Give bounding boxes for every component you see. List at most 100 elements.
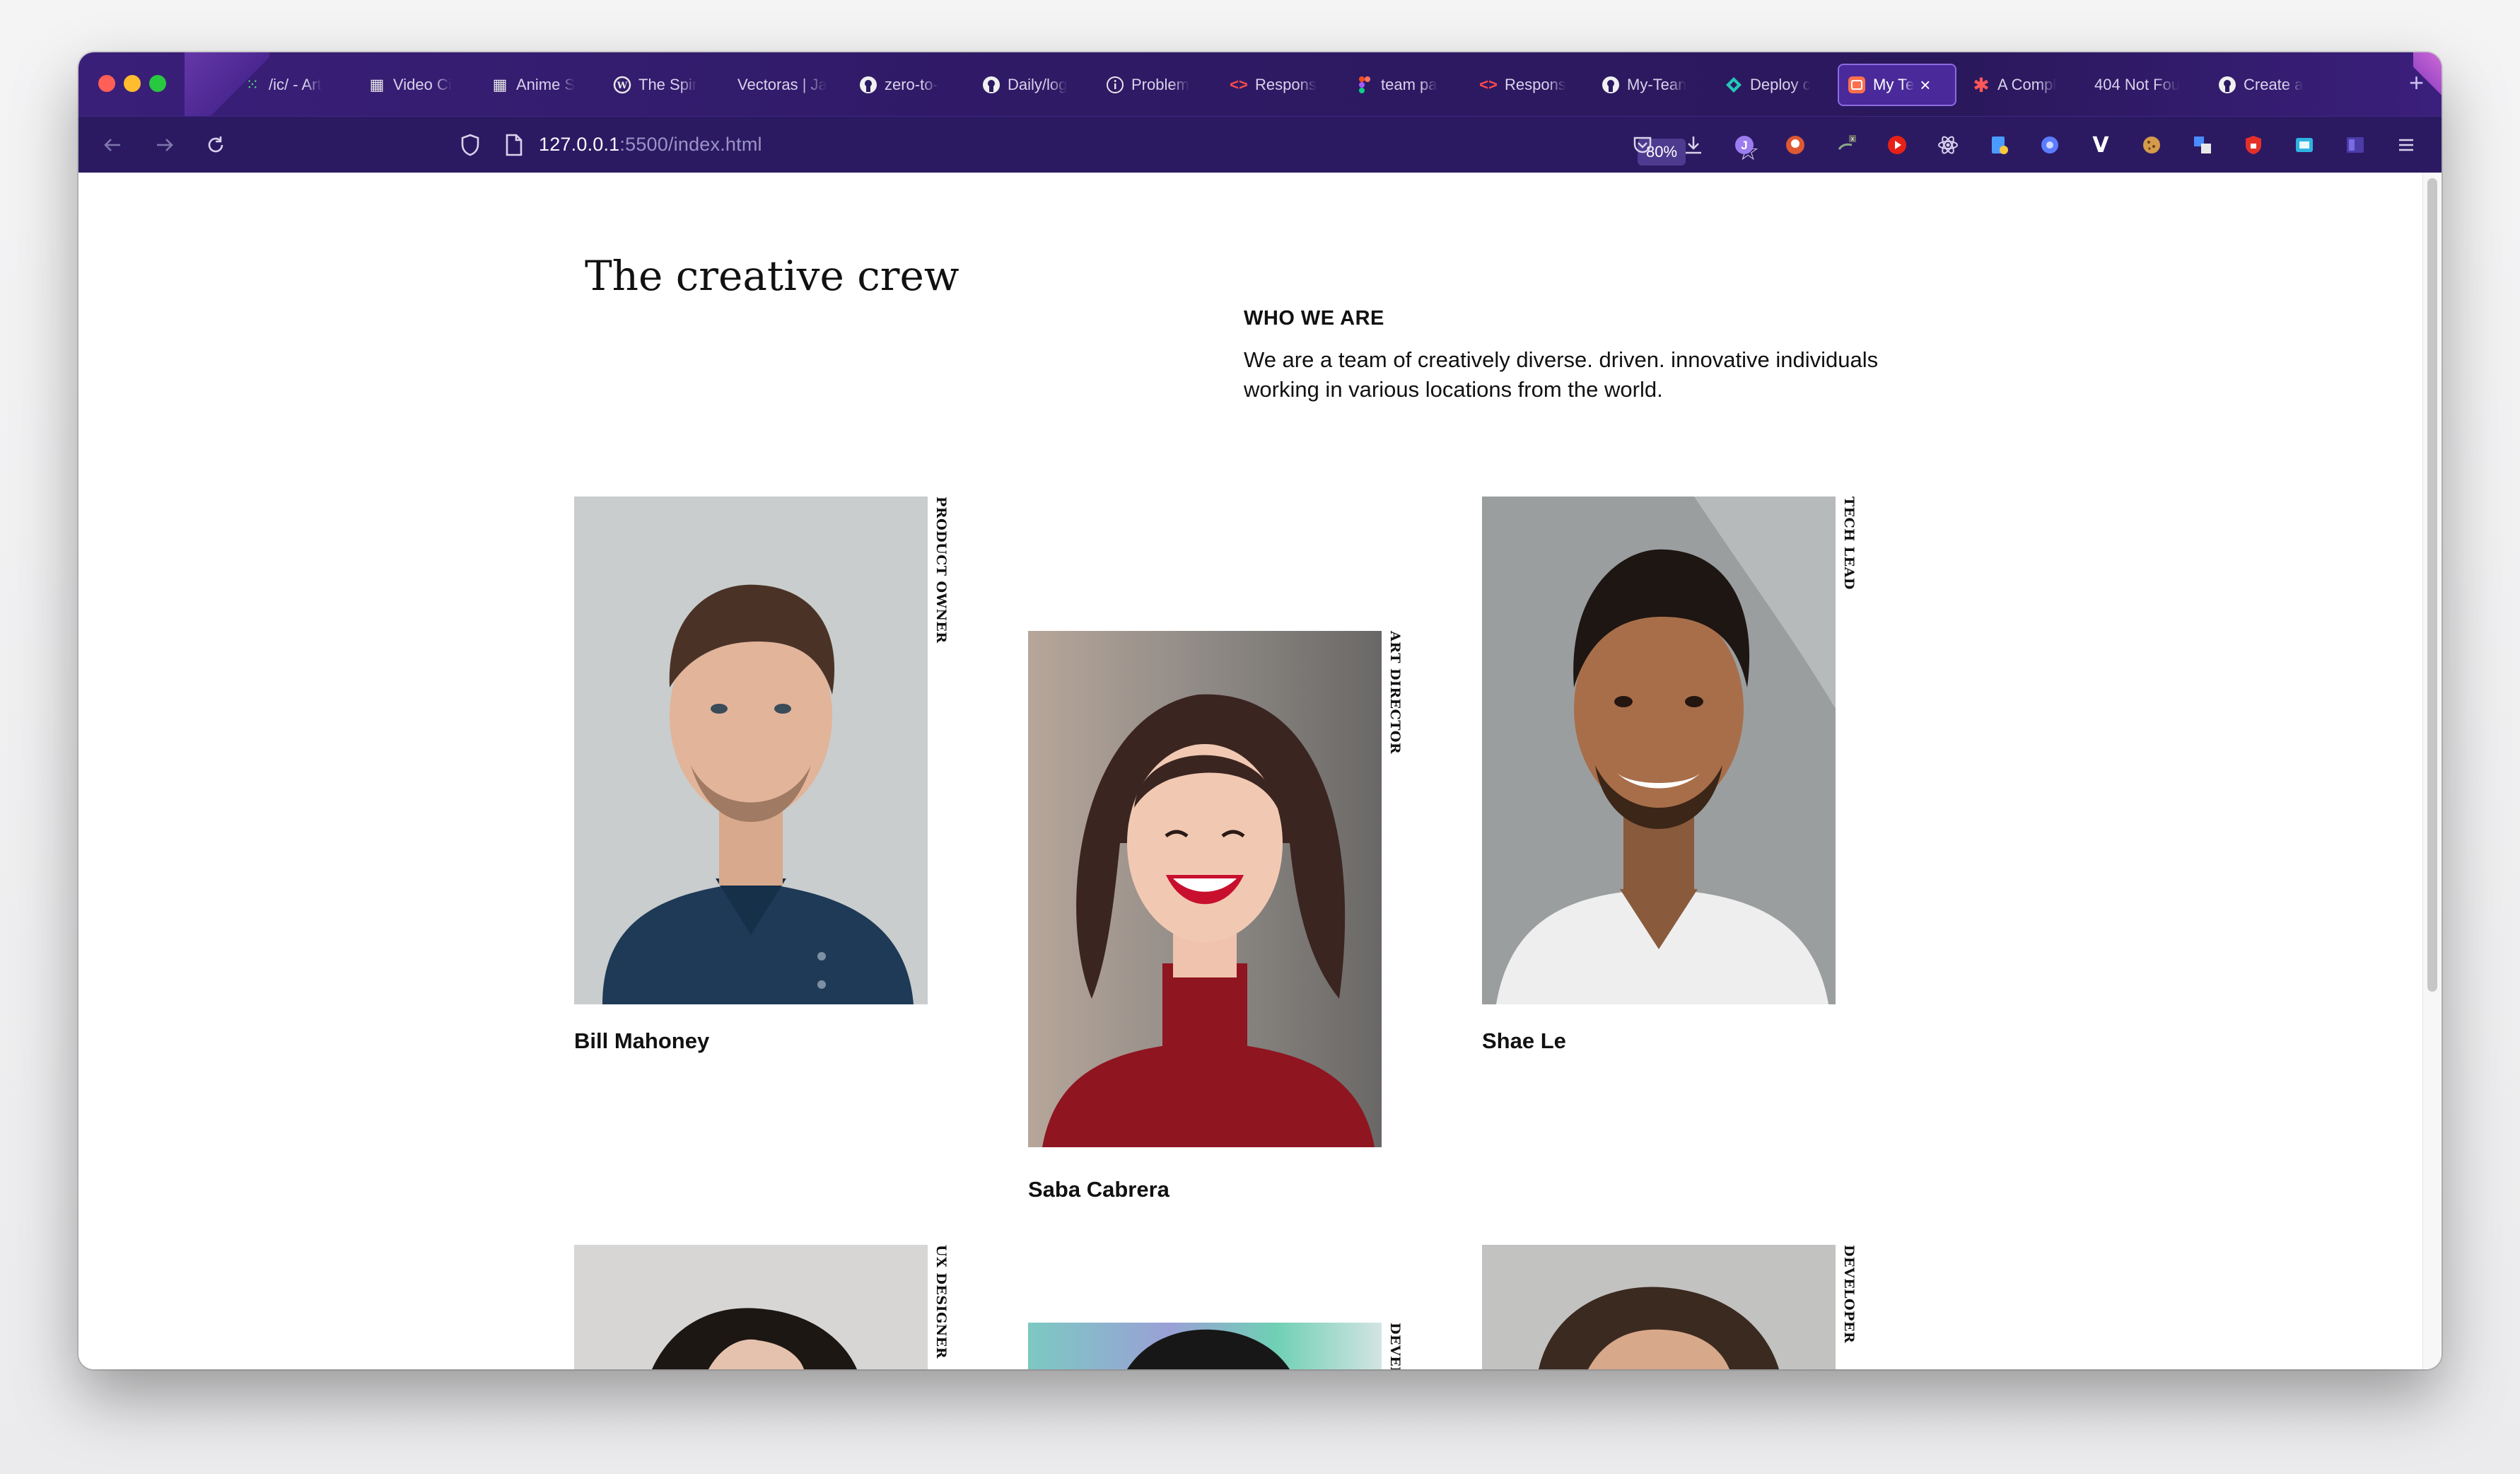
tab-label: Vectoras | Ja xyxy=(737,76,827,93)
forward-arrow-icon xyxy=(157,139,173,151)
back-button[interactable] xyxy=(97,129,128,161)
member-role: DEVELOPER xyxy=(1387,1323,1403,1369)
github-icon xyxy=(1602,76,1620,94)
team-card: DEVELOPER xyxy=(1028,1323,1410,1369)
tab-my-team[interactable]: My-Tean xyxy=(1602,64,1708,106)
asterisk-icon: ✱ xyxy=(1973,74,1990,96)
file-extension-icon[interactable] xyxy=(1986,132,2012,158)
react-devtools-icon[interactable] xyxy=(1935,132,1961,158)
maximize-window-button[interactable] xyxy=(149,75,166,92)
shield-icon[interactable] xyxy=(460,134,481,160)
tab-label: 404 Not Fou xyxy=(2094,76,2181,93)
tab-label: A Compl xyxy=(1997,76,2057,93)
github-icon xyxy=(2218,76,2236,94)
url-path: :5500/index.html xyxy=(619,134,762,155)
tab-404[interactable]: 404 Not Fou xyxy=(2094,64,2200,106)
tab-my-team-active[interactable]: My Te × xyxy=(1838,64,1956,106)
tab-spir[interactable]: W The Spir xyxy=(613,64,712,106)
tab-label: My Te xyxy=(1873,76,1915,93)
tab-label: Respons xyxy=(1255,76,1317,93)
tab-respons-1[interactable]: <> Respons xyxy=(1230,64,1336,106)
team-card: UX DESIGNER xyxy=(574,1245,956,1369)
url-text[interactable]: 127.0.0.1:5500/index.html xyxy=(539,134,762,156)
page-viewport: The creative crew WHO WE ARE We are a te… xyxy=(78,173,2442,1369)
tab-label: Deploy c xyxy=(1750,76,1811,93)
lock-extension-icon[interactable] xyxy=(2241,132,2266,158)
pocket-icon[interactable] xyxy=(1630,132,1655,158)
tab-zero-to[interactable]: zero-to- xyxy=(859,64,958,106)
tab-strip: ⁙ /ic/ - Art ▦ Video Ci ▦ Anime S W The … xyxy=(78,52,2442,116)
tab-label: My-Tean xyxy=(1627,76,1687,93)
tab-label: zero-to- xyxy=(885,76,938,93)
tab-label: team pa xyxy=(1381,76,1437,93)
menu-icon[interactable] xyxy=(2393,132,2419,158)
wordpress-icon: W xyxy=(613,76,631,94)
url-host: 127.0.0.1 xyxy=(539,134,620,155)
tab-vectoras[interactable]: Vectoras | Ja xyxy=(737,64,844,106)
code-icon: <> xyxy=(1479,76,1498,93)
github-icon xyxy=(859,76,877,94)
github-icon xyxy=(982,76,1001,94)
tab-daily-log[interactable]: Daily/log xyxy=(982,64,1081,106)
reload-button[interactable] xyxy=(200,129,231,161)
team-card: TECH LEAD Shae Le xyxy=(1482,497,1864,1053)
tab-deploy[interactable]: Deploy c xyxy=(1725,64,1831,106)
tab-anime[interactable]: ▦ Anime S xyxy=(491,64,590,106)
scrollbar[interactable] xyxy=(2422,173,2442,1369)
tab-a-compl[interactable]: ✱ A Compl xyxy=(1972,64,2078,106)
duckduckgo-icon[interactable] xyxy=(1783,132,1808,158)
who-we-are-heading: WHO WE ARE xyxy=(1244,307,1384,330)
tab-team-page[interactable]: team pa xyxy=(1355,64,1454,106)
info-icon xyxy=(1106,76,1124,94)
page-title: The creative crew xyxy=(585,252,959,300)
member-name: Shae Le xyxy=(1482,1028,1566,1053)
browser-window: ⁙ /ic/ - Art ▦ Video Ci ▦ Anime S W The … xyxy=(78,52,2442,1369)
cookie-icon[interactable] xyxy=(2139,132,2164,158)
close-window-button[interactable] xyxy=(98,75,115,92)
address-bar[interactable]: 127.0.0.1:5500/index.html 80% ☆ xyxy=(372,124,1759,166)
sidebar-extension-icon[interactable] xyxy=(2343,132,2368,158)
member-role: ART DIRECTOR xyxy=(1387,631,1403,755)
member-photo xyxy=(1028,1323,1382,1369)
grid-icon: ⁙ xyxy=(245,76,259,93)
tab-label: Create a xyxy=(2244,76,2304,93)
page-icon xyxy=(505,134,523,160)
tab-label: Anime S xyxy=(516,76,576,93)
youtube-icon[interactable] xyxy=(1884,132,1910,158)
tab-label: Problem xyxy=(1131,76,1189,93)
screenshot-extension-icon[interactable] xyxy=(2292,132,2317,158)
scrollbar-thumb[interactable] xyxy=(2427,178,2437,992)
tab-label: /ic/ - Art xyxy=(269,76,322,93)
forward-button[interactable] xyxy=(149,129,180,161)
globe-extension-icon[interactable] xyxy=(2037,132,2063,158)
new-tab-button[interactable]: + xyxy=(2409,68,2424,98)
tab-ic-art[interactable]: ⁙ /ic/ - Art xyxy=(243,64,342,106)
member-photo xyxy=(1482,497,1836,1004)
member-role: DEVELOPER xyxy=(1841,1245,1857,1344)
tab-label: Video Ci xyxy=(393,76,452,93)
member-photo xyxy=(1028,631,1382,1147)
app-icon xyxy=(1848,76,1866,94)
team-card: ART DIRECTOR Saba Cabrera xyxy=(1028,631,1410,1202)
extension-j-icon[interactable]: J xyxy=(1732,132,1757,158)
tab-label: The Spir xyxy=(638,76,698,93)
member-role: PRODUCT OWNER xyxy=(933,497,949,644)
tab-create[interactable]: Create a xyxy=(2218,64,2324,106)
navigation-toolbar: 127.0.0.1:5500/index.html 80% ☆ J x V xyxy=(78,116,2442,173)
minimize-window-button[interactable] xyxy=(124,75,141,92)
close-tab-icon[interactable]: × xyxy=(1920,74,1930,96)
reload-icon xyxy=(208,137,223,153)
translate-icon[interactable] xyxy=(2190,132,2215,158)
tab-label: Daily/log xyxy=(1008,76,1068,93)
figma-icon xyxy=(1355,76,1374,94)
tab-problem[interactable]: Problem xyxy=(1106,64,1212,106)
tab-video[interactable]: ▦ Video Ci xyxy=(368,64,467,106)
download-icon[interactable] xyxy=(1681,132,1706,158)
member-photo xyxy=(574,497,928,1004)
vimeo-extension-icon[interactable]: V xyxy=(2088,132,2113,158)
extension-disabled-icon[interactable]: x xyxy=(1833,132,1859,158)
team-card: DEVELOPER xyxy=(1482,1245,1864,1369)
calendar-icon: ▦ xyxy=(492,76,508,93)
calendar-icon: ▦ xyxy=(369,76,385,93)
tab-respons-2[interactable]: <> Respons xyxy=(1479,64,1585,106)
